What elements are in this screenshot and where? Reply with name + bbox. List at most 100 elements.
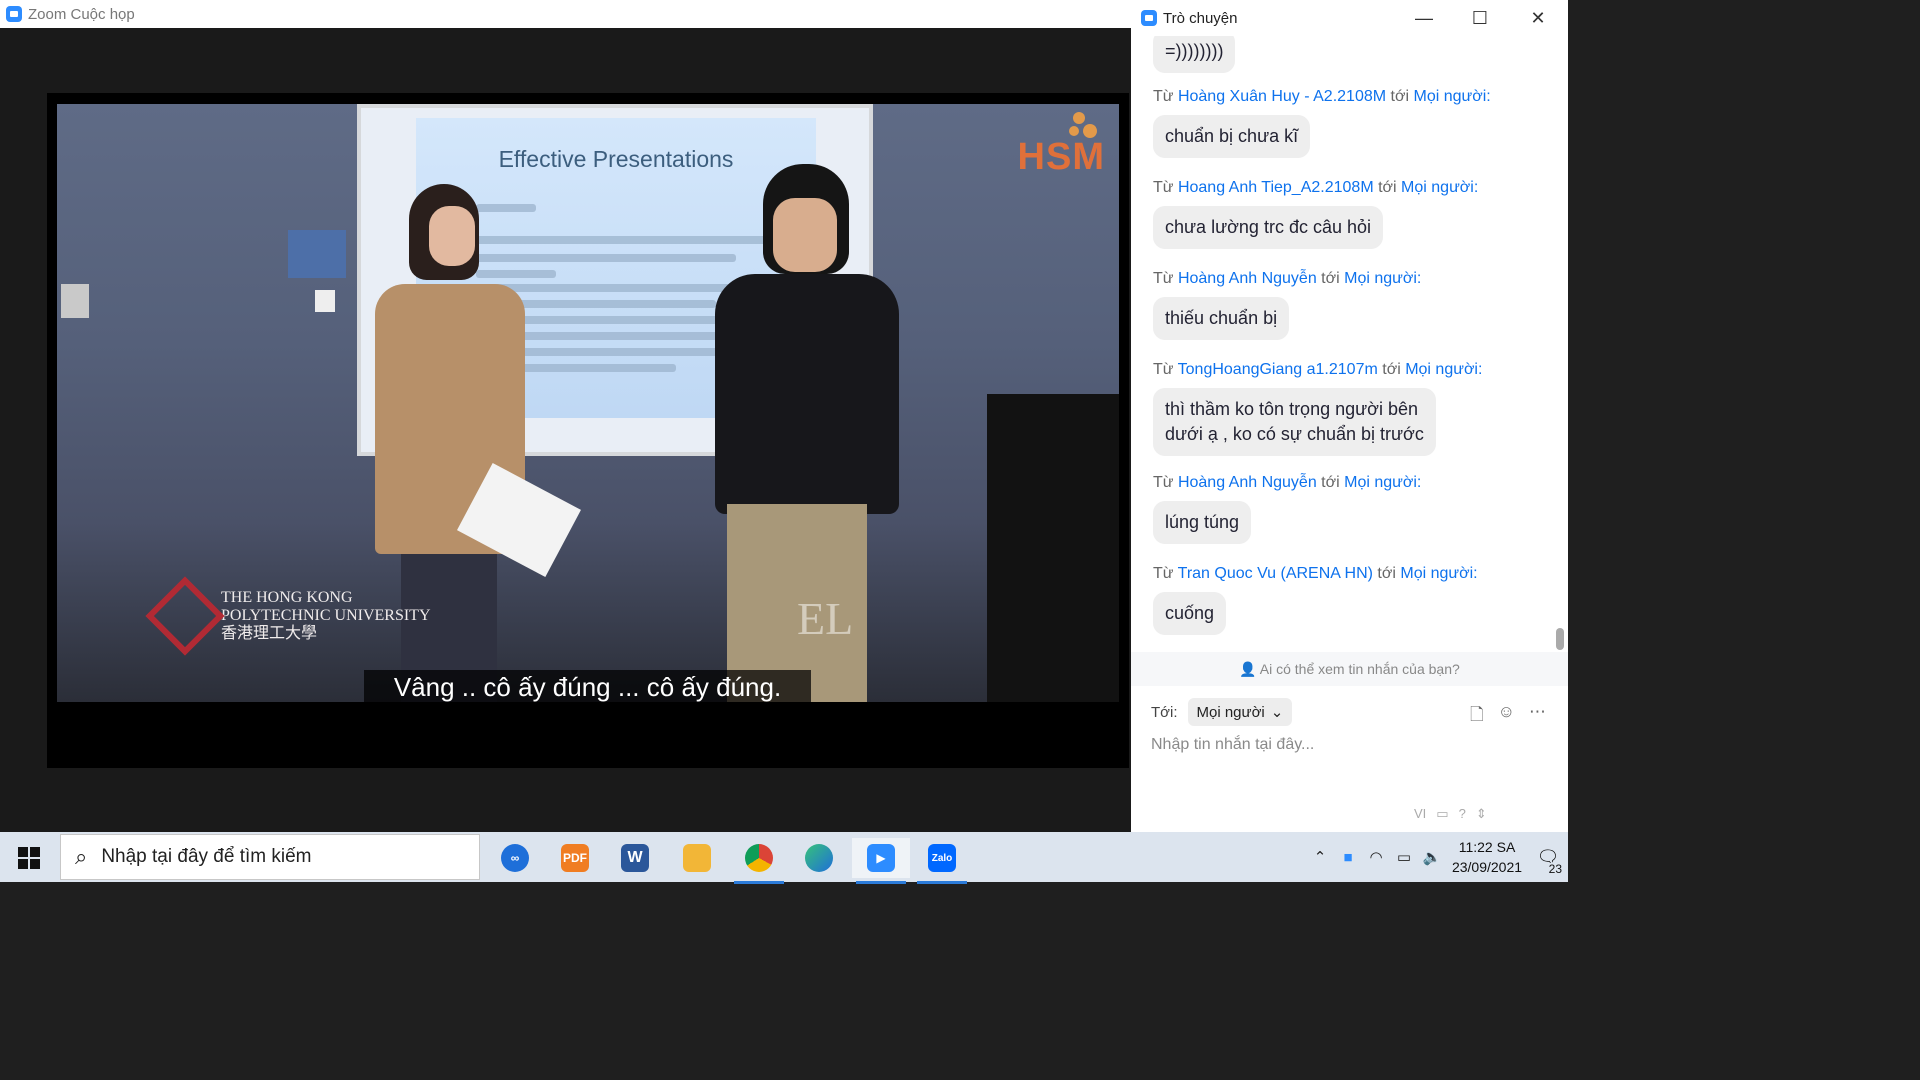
taskbar-clock[interactable]: 11:22 SA 23/09/2021 xyxy=(1446,837,1528,877)
chat-message-list[interactable]: =)))))))) Từ Hoàng Xuân Huy - A2.2108M t… xyxy=(1131,36,1568,652)
chat-message-bubble: chưa lường trc đc câu hỏi xyxy=(1153,206,1383,249)
chat-message-input[interactable]: Nhập tin nhắn tại đây... xyxy=(1151,736,1551,754)
zoom-window-title: Zoom Cuộc họp xyxy=(28,5,135,23)
hsm-logo: HSM xyxy=(1017,136,1105,178)
recipient-name[interactable]: Mọi người: xyxy=(1401,179,1478,196)
recipient-row: Tới: Mọi người ⌄ xyxy=(1151,698,1293,726)
word-app-icon: W xyxy=(621,844,649,872)
recipient-name[interactable]: Mọi người: xyxy=(1400,565,1477,582)
notification-count: 23 xyxy=(1546,862,1564,876)
polyu-logo: THE HONG KONG POLYTECHNIC UNIVERSITY 香港理工大… xyxy=(145,576,431,656)
minimize-button[interactable]: — xyxy=(1409,6,1439,30)
zoom-icon: ▶ xyxy=(867,844,895,872)
video-frame: Effective Presentations HSM THE HONG KON… xyxy=(57,104,1119,702)
zoom-app-icon xyxy=(6,6,22,22)
chat-message-bubble: thiếu chuẩn bị xyxy=(1153,297,1290,340)
link-app-icon: ∞ xyxy=(501,844,529,872)
clock-date: 23/09/2021 xyxy=(1451,859,1523,875)
ime-toolbar: VI ▭ ? ⇕ xyxy=(1414,806,1487,822)
chat-toolbar: 🗋 ☺ ⋯ xyxy=(1470,702,1546,731)
wall-poster xyxy=(288,230,346,278)
zoom-meeting-window: Zoom Cuộc họp Effective Presentations HS… xyxy=(0,0,1131,832)
who-can-see-label: Ai có thể xem tin nhắn của bạn? xyxy=(1259,661,1460,677)
windows-taskbar: ⌕ Nhập tại đây để tìm kiếm ∞ PDF W ▶ Zal… xyxy=(0,832,1568,884)
folder-icon xyxy=(683,844,711,872)
polyu-emblem-icon xyxy=(145,576,225,656)
chat-message-bubble: =)))))))) xyxy=(1153,36,1236,73)
chat-message-header: Từ TongHoangGiang a1.2107m tới Mọi người… xyxy=(1153,361,1483,378)
system-tray: ⌃ ■ ◠ ▭ 🔈 11:22 SA 23/09/2021 🗨 23 xyxy=(1306,832,1568,882)
wifi-icon[interactable]: ◠ xyxy=(1362,848,1390,866)
recipient-name[interactable]: Mọi người: xyxy=(1405,361,1482,378)
sender-name[interactable]: Hoang Anh Tiep_A2.2108M xyxy=(1178,179,1374,196)
chat-message-bubble: thì thầm ko tôn trọng người bên dưới ạ ,… xyxy=(1153,388,1436,456)
taskbar-app-zalo[interactable]: Zalo xyxy=(913,838,971,884)
search-icon: ⌕ xyxy=(75,844,88,869)
sender-name[interactable]: TongHoangGiang a1.2107m xyxy=(1178,361,1378,378)
windows-start-button[interactable] xyxy=(18,847,40,869)
polyu-wordmark: THE HONG KONG POLYTECHNIC UNIVERSITY 香港理工大… xyxy=(221,589,431,642)
maximize-button[interactable]: ☐ xyxy=(1465,6,1495,30)
taskbar-app-zoom[interactable]: ▶ xyxy=(852,838,910,884)
taskbar-search-box[interactable]: ⌕ Nhập tại đây để tìm kiếm xyxy=(60,834,480,880)
chat-scrollbar[interactable] xyxy=(1556,628,1564,650)
taskbar-app-pdf[interactable]: PDF xyxy=(546,838,604,878)
close-button[interactable]: ✕ xyxy=(1523,6,1553,30)
chat-message-bubble: lúng túng xyxy=(1153,501,1252,544)
taskbar-app-link[interactable]: ∞ xyxy=(486,838,544,878)
taskbar-app-chrome[interactable] xyxy=(730,838,788,884)
chat-titlebar[interactable]: Trò chuyện — ☐ ✕ xyxy=(1131,0,1568,36)
hsm-logo-dot xyxy=(1069,126,1079,136)
who-can-see-messages-link[interactable]: 👤 Ai có thể xem tin nhắn của bạn? xyxy=(1131,652,1568,686)
recipient-name[interactable]: Mọi người: xyxy=(1344,270,1421,287)
sender-name[interactable]: Hoàng Anh Nguyễn xyxy=(1178,474,1317,491)
taskbar-app-explorer[interactable] xyxy=(668,838,726,878)
taskbar-app-edge[interactable] xyxy=(790,838,848,878)
ime-tool-icon[interactable]: ▭ xyxy=(1436,806,1448,822)
recipient-value: Mọi người xyxy=(1196,703,1265,721)
chat-message-header: Từ Hoàng Anh Nguyễn tới Mọi người: xyxy=(1153,270,1422,287)
ime-language-label[interactable]: VI xyxy=(1414,806,1426,822)
chat-message-header: Từ Hoàng Xuân Huy - A2.2108M tới Mọi ngư… xyxy=(1153,88,1491,105)
av-cart xyxy=(987,394,1119,702)
edge-icon xyxy=(805,844,833,872)
file-icon[interactable]: 🗋 xyxy=(1470,702,1484,731)
chat-message-bubble: chuẩn bị chưa kĩ xyxy=(1153,115,1311,158)
chat-message-header: Từ Hoàng Anh Nguyễn tới Mọi người: xyxy=(1153,474,1422,491)
chat-window-title: Trò chuyện xyxy=(1163,9,1238,27)
sender-name[interactable]: Tran Quoc Vu (ARENA HN) xyxy=(1178,565,1373,582)
help-icon[interactable]: ? xyxy=(1459,806,1466,822)
ime-menu-icon[interactable]: ⇕ xyxy=(1476,806,1487,822)
elc-watermark: EL xyxy=(797,593,854,644)
chat-message-bubble: cuống xyxy=(1153,592,1227,635)
zoom-app-icon xyxy=(1141,10,1157,26)
clock-time: 11:22 SA xyxy=(1458,839,1516,855)
zalo-icon: Zalo xyxy=(928,844,956,872)
chat-message-header: Từ Hoang Anh Tiep_A2.2108M tới Mọi người… xyxy=(1153,179,1479,196)
volume-icon[interactable]: 🔈 xyxy=(1418,848,1446,866)
chat-window: Trò chuyện — ☐ ✕ =)))))))) Từ Hoàng Xuân… xyxy=(1131,0,1568,832)
person-icon: 👤 xyxy=(1239,661,1257,677)
sender-name[interactable]: Hoàng Xuân Huy - A2.2108M xyxy=(1178,88,1386,105)
wall-switch xyxy=(61,284,89,318)
hsm-logo-dot xyxy=(1073,112,1085,124)
taskbar-app-word[interactable]: W xyxy=(606,838,664,878)
zoom-tray-icon[interactable]: ■ xyxy=(1334,849,1362,866)
recipient-dropdown[interactable]: Mọi người ⌄ xyxy=(1187,698,1293,726)
chevron-up-icon[interactable]: ⌃ xyxy=(1306,848,1334,866)
video-subtitle: Vâng .. cô ấy đúng ... cô ấy đúng. xyxy=(393,672,782,702)
pdf-app-icon: PDF xyxy=(561,844,589,872)
to-label: Tới: xyxy=(1151,703,1178,721)
zoom-titlebar[interactable]: Zoom Cuộc họp xyxy=(0,0,1131,28)
recipient-name[interactable]: Mọi người: xyxy=(1344,474,1421,491)
more-options-icon[interactable]: ⋯ xyxy=(1529,702,1546,731)
action-center-button[interactable]: 🗨 23 xyxy=(1528,832,1568,882)
sender-name[interactable]: Hoàng Anh Nguyễn xyxy=(1178,270,1317,287)
recipient-name[interactable]: Mọi người: xyxy=(1413,88,1490,105)
search-placeholder: Nhập tại đây để tìm kiếm xyxy=(101,846,312,867)
chat-message-header: Từ Tran Quoc Vu (ARENA HN) tới Mọi người… xyxy=(1153,565,1478,582)
battery-icon[interactable]: ▭ xyxy=(1390,848,1418,866)
chevron-down-icon: ⌄ xyxy=(1270,704,1284,721)
wall-outlet xyxy=(315,290,335,312)
emoji-icon[interactable]: ☺ xyxy=(1498,702,1515,731)
